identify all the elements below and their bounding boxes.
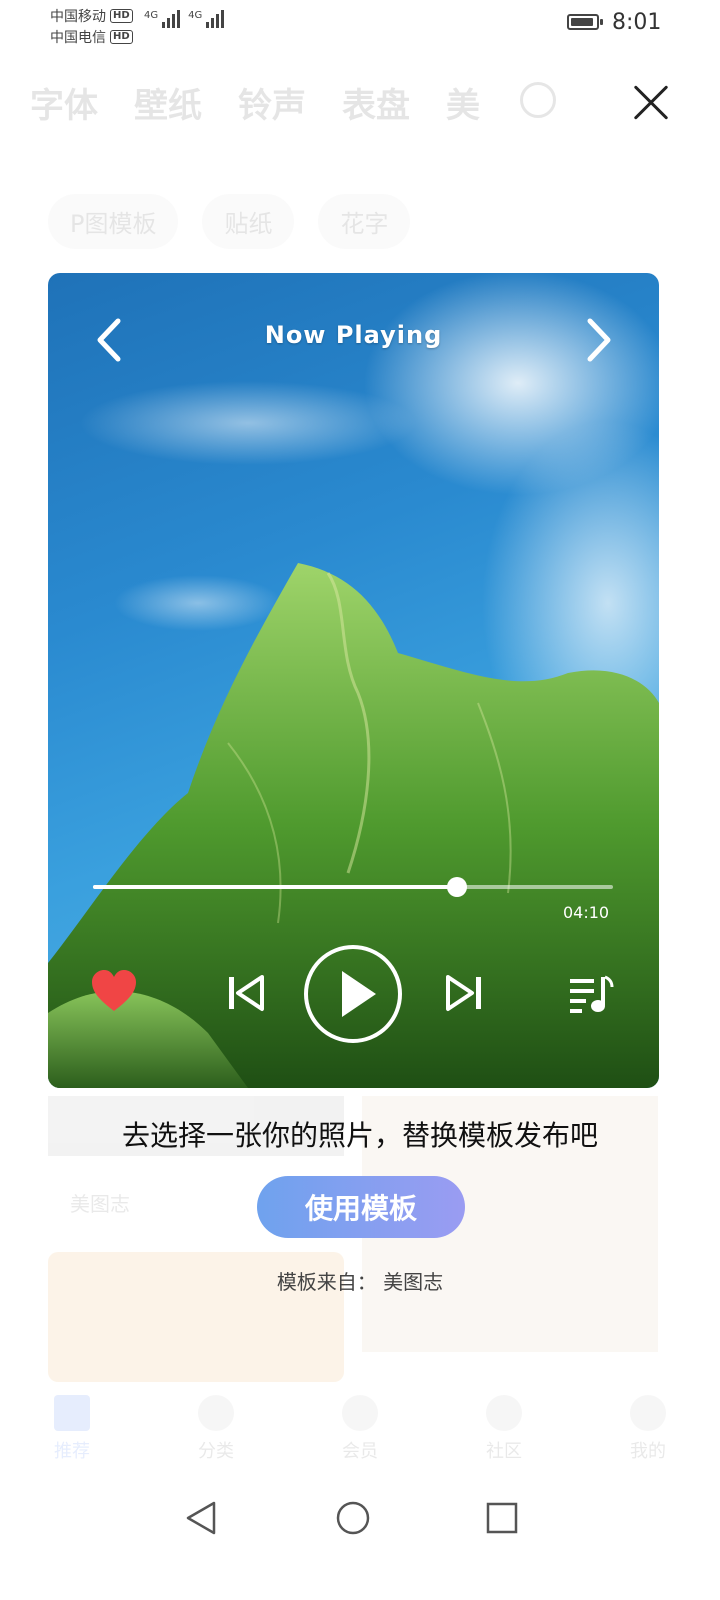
system-navigation-bar (0, 1490, 720, 1570)
search-icon (520, 82, 556, 118)
nav-category: 分类 (198, 1395, 234, 1485)
heart-icon[interactable] (90, 969, 138, 1013)
tab-ringtone: 铃声 (238, 86, 306, 126)
tab-fonts: 字体 (30, 86, 98, 126)
template-tagline: 去选择一张你的照片，替换模板发布吧 (121, 1119, 598, 1152)
network-type-1: 4G (144, 10, 159, 21)
progress-bar[interactable] (93, 877, 613, 897)
nav-label: 推荐 (54, 1441, 90, 1462)
use-template-button[interactable]: 使用模板 (257, 1176, 465, 1238)
chip-stickers: 贴纸 (202, 194, 295, 249)
progress-fill (93, 885, 457, 889)
signal-indicators: 4G 4G (144, 10, 225, 28)
template-preview[interactable]: Now Playing 04:10 (48, 273, 659, 1088)
network-type-2: 4G (188, 10, 203, 21)
chip-p-template: P图模板 (48, 194, 179, 249)
signal-icon-2: 4G (188, 10, 225, 28)
chevron-right-icon[interactable] (578, 317, 618, 363)
carrier-2-name: 中国电信 (50, 30, 106, 46)
track-duration: 04:10 (563, 903, 610, 922)
filter-chips: P图模板 贴纸 花字 (48, 194, 411, 249)
status-bar: 中国移动 HD 中国电信 HD 4G 4G 8:01 (0, 0, 720, 60)
nav-label: 社区 (486, 1441, 522, 1462)
tab-beauty: 美 (446, 86, 480, 126)
template-source: 模板来自： 美图志 (0, 1266, 720, 1295)
play-button[interactable] (304, 945, 402, 1043)
category-tabs: 字体 壁纸 铃声 表盘 美 (30, 78, 480, 127)
chip-fancy-text: 花字 (318, 194, 411, 249)
recent-apps-icon[interactable] (482, 1498, 522, 1538)
status-time: 8:01 (612, 10, 662, 35)
tab-watchface: 表盘 (342, 86, 410, 126)
progress-handle[interactable] (447, 877, 467, 897)
source-label: 模板来自： (276, 1270, 377, 1294)
carrier-2: 中国电信 HD (50, 27, 133, 47)
home-icon[interactable] (333, 1498, 373, 1538)
nav-label: 会员 (342, 1441, 378, 1462)
nav-mine: 我的 (630, 1395, 666, 1485)
source-name[interactable]: 美图志 (383, 1270, 443, 1294)
back-icon[interactable] (182, 1498, 222, 1538)
tab-wallpaper: 壁纸 (134, 86, 202, 126)
skip-previous-icon[interactable] (226, 973, 266, 1013)
nav-recommend: 推荐 (54, 1395, 90, 1485)
nav-label: 我的 (630, 1441, 666, 1462)
carrier-1-name: 中国移动 (50, 9, 106, 25)
bottom-nav: 推荐 分类 会员 社区 我的 (0, 1395, 720, 1485)
hd-badge-2: HD (110, 30, 133, 44)
hd-badge-1: HD (110, 9, 133, 23)
nav-label: 分类 (198, 1441, 234, 1462)
now-playing-title: Now Playing (264, 321, 443, 349)
play-icon (342, 971, 376, 1017)
signal-icon-1: 4G (144, 10, 181, 28)
battery-icon (567, 14, 603, 30)
nav-community: 社区 (486, 1395, 522, 1485)
skip-next-icon[interactable] (444, 973, 484, 1013)
background-author: 美图志 (70, 1192, 130, 1216)
close-icon[interactable] (630, 82, 672, 124)
carrier-1: 中国移动 HD (50, 6, 133, 26)
nav-member: 会员 (342, 1395, 378, 1485)
playlist-icon[interactable] (568, 973, 614, 1015)
